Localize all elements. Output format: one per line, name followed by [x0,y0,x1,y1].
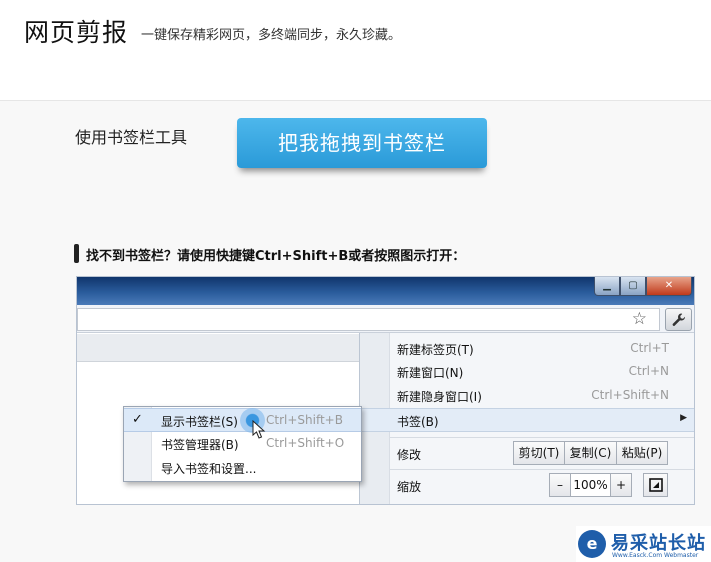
submenu-item-label: 书签管理器(B) [161,438,239,452]
submenu-arrow-icon: ▶ [680,413,687,423]
menu-separator [390,437,694,438]
omnibox-input[interactable]: ☆ [77,308,660,331]
fullscreen-button[interactable] [643,473,668,497]
menu-separator [390,469,694,470]
mouse-cursor-icon [252,420,266,439]
menu-item-new-tab[interactable]: 新建标签页(T) Ctrl+T [360,337,694,361]
address-bar: ☆ [77,305,694,333]
zoom-out-button[interactable]: – [549,473,571,497]
submenu-item-label: 导入书签和设置... [161,462,257,476]
page-title: 网页剪报 [24,18,129,47]
wrench-icon [672,313,685,326]
submenu-item-label: 显示书签栏(S) [161,415,238,429]
cut-button[interactable]: 剪切(T) [513,441,565,465]
menu-item-label: 新建窗口(N) [397,366,464,380]
submenu-item-shortcut: Ctrl+Shift+O [266,436,345,450]
browser-main-menu: 新建标签页(T) Ctrl+T 新建窗口(N) Ctrl+N 新建隐身窗口(I)… [359,333,694,504]
zoom-level: 100% [570,473,611,497]
menu-item-label: 书签(B) [397,415,439,429]
hint-marker [74,244,79,263]
watermark-url: Www.Easck.Com Webmaster [612,552,699,559]
paste-button[interactable]: 粘贴(P) [616,441,668,465]
watermark-logo-icon: e [578,530,606,558]
close-button[interactable]: ✕ [646,277,692,296]
bookmarks-bar-strip [77,334,362,362]
zoom-in-button[interactable]: + [610,473,632,497]
maximize-button[interactable]: ▢ [620,277,646,296]
star-icon[interactable]: ☆ [632,309,647,330]
fullscreen-icon [648,478,663,492]
zoom-label: 缩放 [397,480,422,494]
browser-titlebar: ▁ ▢ ✕ [77,277,694,305]
menu-row-edit: 修改 剪切(T) 复制(C) 粘贴(P) [360,439,694,467]
minimize-button[interactable]: ▁ [594,277,620,296]
edit-label: 修改 [397,448,422,462]
menu-item-shortcut: Ctrl+T [630,341,669,355]
site-watermark: e 易采站长站 Www.Easck.Com Webmaster [576,526,711,562]
copy-button[interactable]: 复制(C) [564,441,617,465]
wrench-menu-button[interactable] [665,308,692,331]
menu-item-shortcut: Ctrl+N [628,364,669,378]
page-subtitle: 一键保存精彩网页，多终端同步，永久珍藏。 [141,28,402,43]
menu-item-label: 新建隐身窗口(I) [397,390,482,404]
menu-item-incognito-window[interactable]: 新建隐身窗口(I) Ctrl+Shift+N [360,384,694,408]
page-header: 网页剪报 一键保存精彩网页，多终端同步，永久珍藏。 [0,0,711,101]
submenu-item-bookmark-manager[interactable]: 书签管理器(B) Ctrl+Shift+O [124,432,361,456]
checkmark-icon: ✓ [132,412,143,427]
menu-row-zoom: 缩放 – 100% + [360,471,694,501]
bookmark-tool-label: 使用书签栏工具 [75,128,188,147]
menu-item-label: 新建标签页(T) [397,343,474,357]
drag-to-bookmarks-button[interactable]: 把我拖拽到书签栏 [237,118,487,168]
hint-text: 找不到书签栏？请使用快捷键Ctrl+Shift+B或者按照图示打开： [86,249,466,264]
submenu-item-import-bookmarks[interactable]: 导入书签和设置... [124,456,361,480]
window-controls: ▁ ▢ ✕ [594,277,692,296]
menu-item-new-window[interactable]: 新建窗口(N) Ctrl+N [360,360,694,384]
menu-item-bookmarks[interactable]: 书签(B) ▶ [360,408,694,432]
submenu-item-shortcut: Ctrl+Shift+B [266,413,343,427]
menu-item-shortcut: Ctrl+Shift+N [591,388,669,402]
